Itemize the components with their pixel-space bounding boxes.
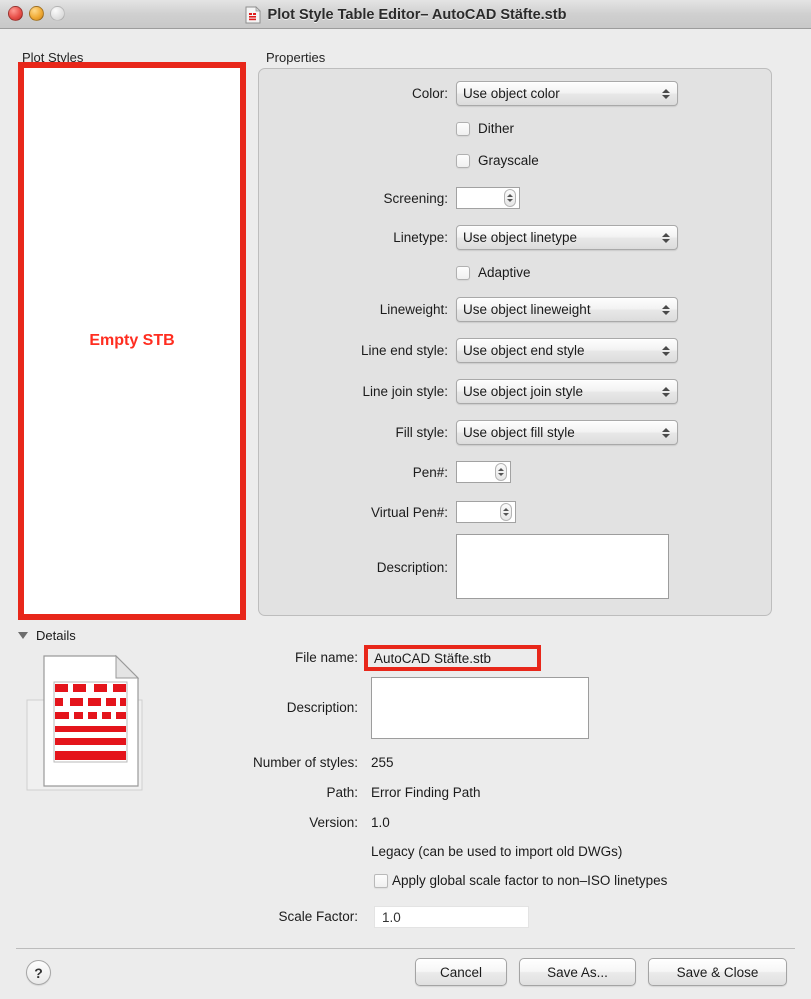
stb-document-icon xyxy=(245,5,261,24)
linetype-dropdown[interactable]: Use object linetype xyxy=(456,225,678,250)
pen-row: Pen#: xyxy=(300,461,680,483)
footer-separator xyxy=(16,948,795,949)
line-end-style-value: Use object end style xyxy=(463,343,585,358)
color-row: Color: Use object color xyxy=(300,81,680,106)
adaptive-label: Adaptive xyxy=(478,265,531,280)
dither-label: Dither xyxy=(478,121,515,136)
plot-styles-list[interactable] xyxy=(18,62,246,620)
chevron-updown-icon xyxy=(662,304,670,315)
path-label: Path: xyxy=(326,785,358,800)
stepper-arrows-icon[interactable] xyxy=(504,189,516,207)
scale-factor-label: Scale Factor: xyxy=(278,909,358,924)
virtual-pen-stepper[interactable] xyxy=(456,501,516,523)
legacy-note: Legacy (can be used to import old DWGs) xyxy=(371,844,623,859)
line-end-style-row: Line end style: Use object end style xyxy=(300,338,680,363)
version-label: Version: xyxy=(309,815,358,830)
apply-global-scale-label: Apply global scale factor to non–ISO lin… xyxy=(392,873,668,888)
stepper-arrows-icon[interactable] xyxy=(495,463,507,481)
adaptive-row[interactable]: Adaptive xyxy=(456,265,531,280)
dither-checkbox[interactable] xyxy=(456,121,470,136)
chevron-updown-icon xyxy=(662,345,670,356)
save-as-button[interactable]: Save As... xyxy=(519,958,636,986)
screening-stepper[interactable] xyxy=(456,187,520,209)
lineweight-dropdown[interactable]: Use object lineweight xyxy=(456,297,678,322)
number-of-styles-value: 255 xyxy=(371,755,394,770)
line-join-style-dropdown[interactable]: Use object join style xyxy=(456,379,678,404)
scale-factor-input[interactable]: 1.0 xyxy=(374,906,529,928)
apply-global-scale-row[interactable]: Apply global scale factor to non–ISO lin… xyxy=(374,873,667,888)
grayscale-row[interactable]: Grayscale xyxy=(456,153,539,168)
screening-row: Screening: xyxy=(300,187,680,209)
cancel-button[interactable]: Cancel xyxy=(415,958,507,986)
chevron-down-icon[interactable] xyxy=(18,632,28,639)
details-label: Details xyxy=(36,628,76,643)
line-end-style-dropdown[interactable]: Use object end style xyxy=(456,338,678,363)
properties-description-value xyxy=(457,535,668,543)
virtual-pen-row: Virtual Pen#: xyxy=(300,501,680,523)
lineweight-dropdown-value: Use object lineweight xyxy=(463,302,591,317)
line-end-style-label: Line end style: xyxy=(360,343,448,358)
virtual-pen-label: Virtual Pen#: xyxy=(370,504,448,520)
stepper-arrows-icon[interactable] xyxy=(500,503,512,521)
grayscale-label: Grayscale xyxy=(478,153,539,168)
window-titlebar: Plot Style Table Editor– AutoCAD Stäfte.… xyxy=(0,0,811,29)
linetype-row: Linetype: Use object linetype xyxy=(300,225,680,250)
line-join-style-row: Line join style: Use object join style xyxy=(300,379,680,404)
fill-style-value: Use object fill style xyxy=(463,425,575,440)
chevron-updown-icon xyxy=(662,232,670,243)
linetype-dropdown-value: Use object linetype xyxy=(463,230,578,245)
apply-global-scale-checkbox[interactable] xyxy=(374,873,388,888)
version-value: 1.0 xyxy=(371,815,390,830)
details-description-textarea[interactable] xyxy=(371,677,589,739)
grayscale-checkbox[interactable] xyxy=(456,153,470,168)
color-dropdown-value: Use object color xyxy=(463,86,560,101)
save-and-close-button[interactable]: Save & Close xyxy=(648,958,787,986)
file-name-value[interactable]: AutoCAD Stäfte.stb xyxy=(364,645,541,671)
dither-row[interactable]: Dither xyxy=(456,121,514,136)
properties-description-textarea[interactable] xyxy=(456,534,669,599)
color-label: Color: xyxy=(411,86,448,101)
fill-style-label: Fill style: xyxy=(395,425,448,440)
number-of-styles-label: Number of styles: xyxy=(252,755,358,770)
properties-label: Properties xyxy=(266,50,326,65)
file-name-label: File name: xyxy=(294,650,358,665)
line-join-style-label: Line join style: xyxy=(362,384,448,399)
pen-label: Pen#: xyxy=(412,464,448,480)
fill-style-row: Fill style: Use object fill style xyxy=(300,420,680,445)
color-dropdown[interactable]: Use object color xyxy=(456,81,678,106)
window-title-area: Plot Style Table Editor– AutoCAD Stäfte.… xyxy=(0,0,811,29)
linetype-label: Linetype: xyxy=(393,230,448,245)
adaptive-checkbox[interactable] xyxy=(456,265,470,280)
details-disclosure[interactable]: Details xyxy=(18,628,76,643)
line-join-style-value: Use object join style xyxy=(463,384,584,399)
fill-style-dropdown[interactable]: Use object fill style xyxy=(456,420,678,445)
chevron-updown-icon xyxy=(662,88,670,99)
help-button[interactable]: ? xyxy=(26,960,51,985)
details-description-label: Description: xyxy=(286,700,358,715)
details-description-value xyxy=(372,678,588,686)
scale-factor-value: 1.0 xyxy=(382,909,401,925)
window-title-text: Plot Style Table Editor– AutoCAD Stäfte.… xyxy=(267,6,567,23)
stb-file-preview-icon xyxy=(20,648,175,800)
properties-description-label: Description: xyxy=(376,560,448,575)
path-value: Error Finding Path xyxy=(371,785,481,800)
chevron-updown-icon xyxy=(662,386,670,397)
chevron-updown-icon xyxy=(662,427,670,438)
pen-stepper[interactable] xyxy=(456,461,511,483)
lineweight-label: Lineweight: xyxy=(379,302,448,317)
lineweight-row: Lineweight: Use object lineweight xyxy=(300,297,680,322)
screening-label: Screening: xyxy=(383,190,448,206)
